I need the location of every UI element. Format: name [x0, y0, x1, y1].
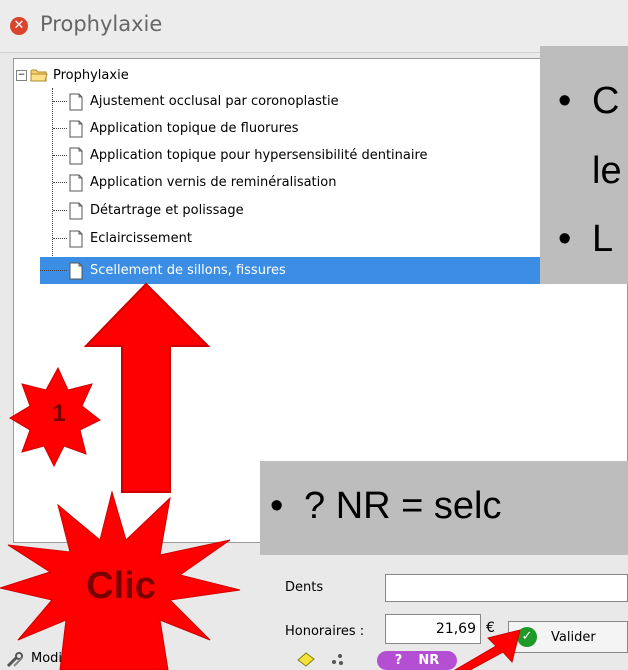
- callout-top: • C le • L: [540, 46, 628, 284]
- callout-top-line3: L: [592, 218, 614, 260]
- document-icon: [69, 120, 83, 137]
- tree-root[interactable]: − Prophylaxie: [16, 64, 129, 86]
- tree-branch: [53, 128, 67, 129]
- folder-icon: [30, 69, 48, 82]
- valider-button[interactable]: ✓ Valider: [508, 621, 628, 653]
- honoraires-label: Honoraires :: [285, 624, 365, 639]
- tree-branch: [53, 155, 67, 156]
- document-icon: [69, 174, 83, 191]
- tree-item-label: Ajustement occlusal par coronoplastie: [90, 94, 339, 109]
- eraser-icon[interactable]: [296, 650, 316, 668]
- document-icon: [69, 230, 83, 247]
- nr-label: NR: [418, 653, 440, 668]
- tree-item-label: Application vernis de reminéralisation: [90, 175, 337, 190]
- callout-bottom: • ? NR = selc: [260, 461, 628, 555]
- tree-branch: [53, 182, 67, 183]
- close-icon[interactable]: ✕: [10, 17, 28, 35]
- nr-badge[interactable]: ? NR: [377, 651, 457, 670]
- dents-field[interactable]: [385, 574, 628, 602]
- tree-item-label: Application topique pour hypersensibilit…: [90, 148, 428, 163]
- dents-label: Dents: [285, 580, 324, 595]
- question-icon: ?: [394, 653, 403, 668]
- modifier-liste-button[interactable]: Modifier la liste: [6, 651, 131, 668]
- tree-root-label: Prophylaxie: [53, 67, 129, 83]
- tree-item-label: Eclaircissement: [90, 231, 192, 246]
- tree-branch: [53, 210, 67, 211]
- valider-label: Valider: [551, 629, 596, 645]
- tree-item-label: Scellement de sillons, fissures: [90, 263, 286, 278]
- tree-item-label: Détartrage et polissage: [90, 203, 244, 218]
- document-icon: [69, 93, 83, 110]
- dots-icon[interactable]: [330, 651, 346, 667]
- tree-item-label: Application topique de fluorures: [90, 121, 299, 136]
- document-icon: [69, 202, 83, 219]
- document-icon: [69, 262, 83, 279]
- callout-bullet-1: •: [558, 80, 572, 122]
- step-number: 1: [52, 400, 66, 427]
- callout-bullet-2: •: [558, 218, 572, 260]
- currency-symbol: €: [486, 620, 495, 636]
- window-title: Prophylaxie: [40, 12, 163, 36]
- honoraires-field[interactable]: 21,69: [385, 614, 481, 644]
- clic-label: Clic: [86, 565, 156, 607]
- modifier-label: Modifier la liste: [31, 651, 131, 666]
- callout-bottom-text: ? NR = selc: [304, 485, 502, 527]
- callout-top-line2: le: [592, 150, 622, 192]
- collapse-icon[interactable]: −: [16, 69, 27, 81]
- callout-top-line1: C: [592, 80, 620, 122]
- title-bar: ✕ Prophylaxie: [0, 0, 628, 53]
- tools-icon: [6, 652, 23, 668]
- tree-branch: [40, 270, 67, 271]
- callout-bullet-3: •: [270, 485, 284, 527]
- tree-branch: [53, 101, 67, 102]
- check-icon: ✓: [517, 627, 537, 647]
- tree-branch: [53, 238, 67, 239]
- document-icon: [69, 147, 83, 164]
